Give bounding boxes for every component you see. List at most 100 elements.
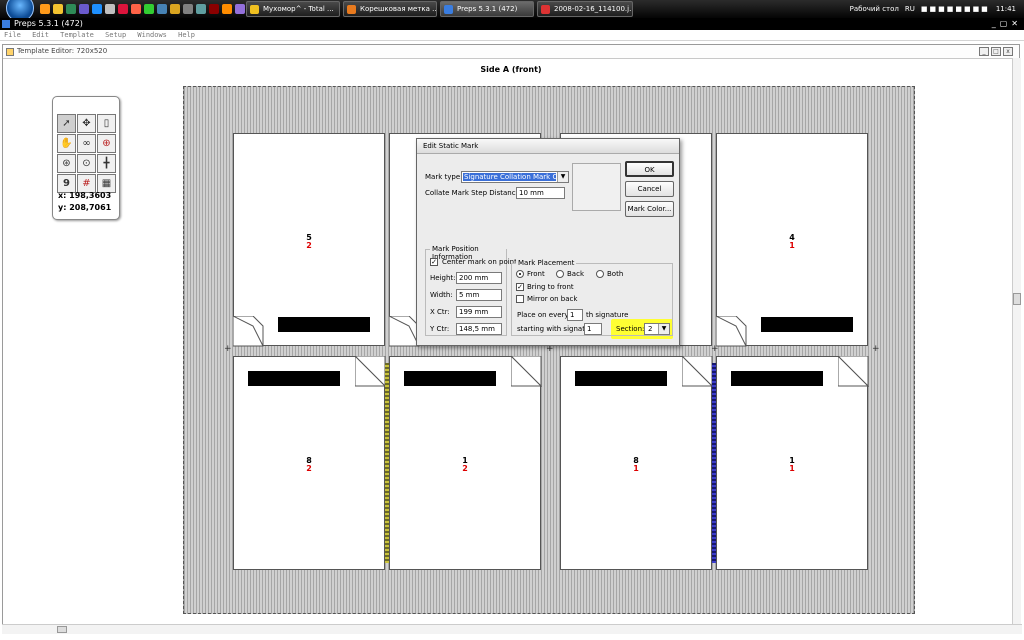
edit-static-mark-dialog: Edit Static Mark Mark type: Signature Co… (416, 138, 680, 346)
horizontal-scrollbar[interactable] (2, 624, 1022, 634)
clock[interactable]: 11:41 (996, 0, 1016, 18)
width-input[interactable]: 5 mm (456, 289, 502, 301)
page-cell[interactable]: 41 (716, 133, 868, 347)
browser-icon (347, 5, 356, 14)
minimize-icon[interactable]: _ (979, 47, 989, 56)
grid-split-icon[interactable]: ╋ (97, 154, 116, 173)
quicklaunch-icon[interactable] (79, 4, 89, 14)
vertical-scrollbar[interactable] (1012, 58, 1021, 624)
tray-icons[interactable]: ■■■■■■■■ (921, 0, 990, 18)
fold-corner-icon (355, 356, 386, 387)
scroll-thumb[interactable] (57, 626, 67, 633)
taskbar-button-image[interactable]: 2008-02-16_114100.j... (537, 1, 633, 17)
menu-file[interactable]: File (4, 31, 21, 39)
x-ctr-label: X Ctr: (430, 308, 450, 316)
width-label: Width: (430, 291, 453, 299)
quicklaunch-icon[interactable] (66, 4, 76, 14)
height-input[interactable]: 200 mm (456, 272, 502, 284)
mark-color-button[interactable]: Mark Color... (625, 201, 674, 217)
app-title: Preps 5.3.1 (472) (14, 19, 83, 28)
taskbar-button-browser[interactable]: Корешковая метка ... (343, 1, 437, 17)
quicklaunch-icon[interactable] (157, 4, 167, 14)
taskbar-button-label: Preps 5.3.1 (472) (457, 5, 518, 13)
mark-type-select[interactable]: Signature Collation Mark C ▼ (461, 171, 569, 183)
front-label: Front (527, 270, 545, 278)
section-select[interactable]: 2 ▼ (644, 323, 670, 335)
center-mark-checkbox[interactable]: ✓ (430, 258, 438, 266)
quicklaunch-icon[interactable] (209, 4, 219, 14)
quicklaunch-icon[interactable] (196, 4, 206, 14)
quicklaunch-icon[interactable] (222, 4, 232, 14)
chevron-down-icon[interactable]: ▼ (557, 172, 568, 182)
page-cell[interactable]: 52 (233, 133, 385, 347)
move-icon[interactable]: ✥ (77, 114, 96, 133)
menubar: File Edit Template Setup Windows Help (0, 30, 1024, 41)
chevron-down-icon[interactable]: ▼ (658, 324, 669, 334)
step-distance-input[interactable]: 10 mm (516, 187, 565, 199)
quicklaunch-icon[interactable] (183, 4, 193, 14)
quicklaunch-icon[interactable] (235, 4, 245, 14)
quicklaunch-icon[interactable] (105, 4, 115, 14)
arrow-pointer-icon[interactable]: ➚ (57, 114, 76, 133)
cut-mark-icon: + (546, 344, 554, 354)
menu-edit[interactable]: Edit (32, 31, 49, 39)
menu-setup[interactable]: Setup (105, 31, 126, 39)
menu-windows[interactable]: Windows (137, 31, 167, 39)
preps-icon (444, 5, 453, 14)
front-radio[interactable] (516, 270, 524, 278)
back-radio[interactable] (556, 270, 564, 278)
page-cell[interactable]: 81 (560, 356, 713, 570)
restore-icon[interactable]: ▢ (1000, 18, 1008, 30)
quicklaunch-icon[interactable] (131, 4, 141, 14)
taskbar-button-preps[interactable]: Preps 5.3.1 (472) (440, 1, 534, 17)
language-indicator[interactable]: RU (905, 0, 915, 18)
quicklaunch-icon[interactable] (118, 4, 128, 14)
bring-to-front-checkbox[interactable]: ✓ (516, 283, 524, 291)
x-ctr-input[interactable]: 199 mm (456, 306, 502, 318)
height-label: Height: (430, 274, 456, 282)
scroll-thumb[interactable] (1013, 293, 1021, 305)
starting-signature-input[interactable]: 1 (584, 323, 602, 335)
place-every-input[interactable]: 1 (567, 309, 583, 321)
mirror-on-back-checkbox[interactable] (516, 295, 524, 303)
fold-corner-icon (233, 316, 264, 347)
quicklaunch-icon[interactable] (40, 4, 50, 14)
mark-type-value: Signature Collation Mark C (463, 173, 556, 181)
ok-button[interactable]: OK (625, 161, 674, 177)
taskbar-button-total-commander[interactable]: Мухомор^ - Total ... (246, 1, 340, 17)
page-icon[interactable]: ▯ (97, 114, 116, 133)
mark-preview (572, 163, 621, 211)
page-cell[interactable]: 11 (716, 356, 869, 570)
menu-template[interactable]: Template (60, 31, 94, 39)
image-viewer-icon (541, 5, 550, 14)
zoom-in-icon[interactable]: ⊛ (57, 154, 76, 173)
cancel-button[interactable]: Cancel (625, 181, 674, 197)
page-number: 11 (717, 457, 867, 473)
x-coordinate-readout: x: 198,3603 (58, 191, 112, 200)
bar-mark (278, 317, 370, 332)
fold-corner-icon (682, 356, 713, 387)
quicklaunch-icon[interactable] (144, 4, 154, 14)
system-tray: Рабочий стол RU ■■■■■■■■ 11:41 (850, 0, 1016, 18)
taskbar: Мухомор^ - Total ... Корешковая метка ..… (0, 0, 1024, 22)
page-cell[interactable]: 82 (233, 356, 386, 570)
hand-icon[interactable]: ✋ (57, 134, 76, 153)
minimize-icon[interactable]: _ (992, 18, 996, 30)
quicklaunch-icon[interactable] (170, 4, 180, 14)
close-icon[interactable]: x (1003, 47, 1013, 56)
both-radio[interactable] (596, 270, 604, 278)
y-ctr-input[interactable]: 148,5 mm (456, 323, 502, 335)
maximize-icon[interactable]: □ (991, 47, 1001, 56)
glasses-icon[interactable]: ∞ (77, 134, 96, 153)
zoom-out-icon[interactable]: ⊙ (77, 154, 96, 173)
crosshair-icon[interactable]: ⊕ (97, 134, 116, 153)
page-cell[interactable]: 12 (389, 356, 542, 570)
mark-placement-group: Mark Placement Front Back Both ✓ Bring t… (511, 259, 673, 336)
close-icon[interactable]: ✕ (1011, 18, 1018, 30)
desktop-label[interactable]: Рабочий стол (850, 0, 899, 18)
document-titlebar: Template Editor: 720x520 _ □ x (3, 45, 1019, 59)
menu-help[interactable]: Help (178, 31, 195, 39)
quicklaunch-icon[interactable] (53, 4, 63, 14)
quicklaunch-icon[interactable] (92, 4, 102, 14)
cut-mark-icon: + (224, 344, 232, 354)
